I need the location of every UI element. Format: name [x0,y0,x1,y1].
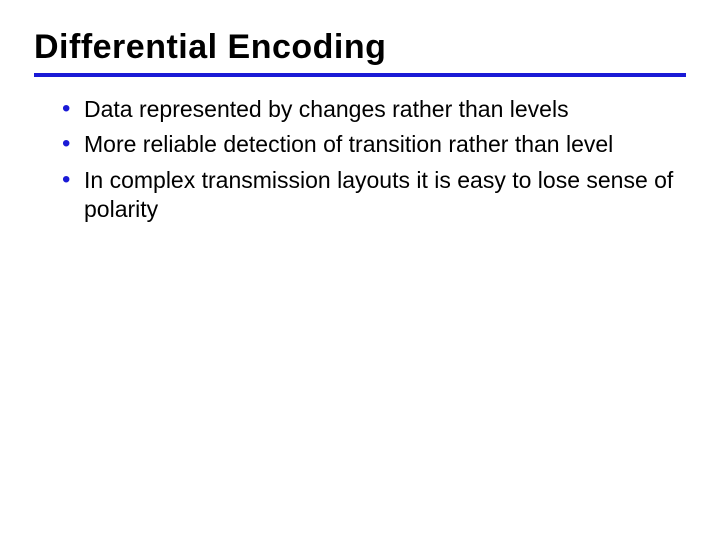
list-item: Data represented by changes rather than … [62,95,680,124]
slide: Differential Encoding Data represented b… [0,0,720,540]
list-item: In complex transmission layouts it is ea… [62,166,680,225]
slide-title: Differential Encoding [34,28,686,77]
bullet-list: Data represented by changes rather than … [34,95,686,225]
list-item: More reliable detection of transition ra… [62,130,680,159]
